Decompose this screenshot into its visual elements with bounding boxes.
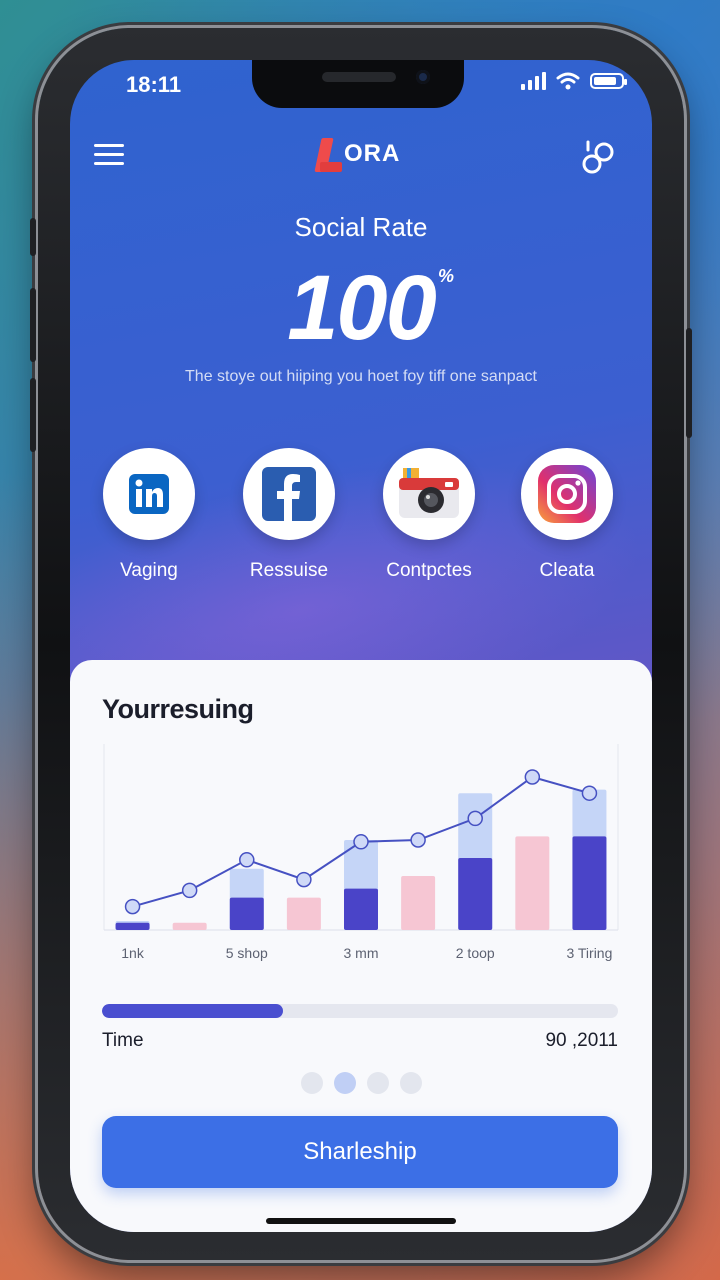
- mute-switch: [30, 218, 36, 256]
- chart-point: [410, 832, 426, 848]
- progress-fill: [102, 1004, 283, 1018]
- social-label: Cleata: [539, 560, 595, 581]
- hero-unit: %: [438, 266, 455, 286]
- facebook-icon: [262, 467, 316, 521]
- speaker: [322, 72, 396, 82]
- results-card: Yourresuing 1nk 5 shop 3 mm 2 toop 3 Tiring …: [70, 660, 652, 1232]
- volume-up-button: [30, 288, 36, 362]
- results-chart: 1nk 5 shop 3 mm 2 toop 3 Tiring: [103, 744, 619, 961]
- link-button[interactable]: [578, 138, 618, 178]
- instagram-icon: [538, 465, 596, 523]
- hero-value: 100: [287, 257, 437, 359]
- chart-point: [181, 882, 198, 899]
- chart-point: [353, 834, 369, 850]
- chart-point: [296, 871, 312, 888]
- chart-bar: [458, 858, 493, 930]
- chart-tick-label: 3 Tiring: [566, 945, 612, 961]
- social-instagram-circle: [521, 448, 613, 540]
- chart-bar: [286, 897, 321, 930]
- social-instagram[interactable]: Cleata: [502, 448, 632, 582]
- social-label: Contpctes: [386, 560, 472, 581]
- carousel-dot[interactable]: [333, 1072, 356, 1094]
- linkedin-icon: [129, 474, 169, 514]
- hero-subtitle: The stoye out hiiping you hoet foy tiff …: [185, 368, 537, 385]
- app-screen: 18:11 ORA Social Rate 100 % The stoye ou…: [70, 60, 652, 1232]
- logo-mark-icon: [314, 134, 342, 174]
- chart-bar: [515, 836, 550, 930]
- menu-button[interactable]: [94, 144, 124, 168]
- chart-bar: [344, 888, 378, 930]
- chart-point: [524, 769, 541, 785]
- chart-tick-label: 2 toop: [456, 945, 495, 961]
- chart-point: [124, 898, 141, 915]
- chart-tick-label: 3 mm: [344, 945, 379, 961]
- chart-tick-label: 5 shop: [226, 945, 268, 961]
- carousel-dot[interactable]: [366, 1072, 389, 1094]
- chart-bar: [229, 897, 264, 930]
- status-time: 18:11: [126, 72, 182, 97]
- power-button: [686, 328, 692, 438]
- chart-point: [581, 785, 598, 801]
- notch: [252, 60, 464, 108]
- progress-label: Time: [102, 1030, 144, 1051]
- logo-text: ORA: [344, 140, 401, 167]
- signal-icon: [521, 72, 546, 90]
- progress-bar: [102, 1004, 618, 1018]
- social-linkedin[interactable]: Vaging: [84, 448, 214, 582]
- home-indicator: [266, 1218, 456, 1224]
- carousel-dot[interactable]: [399, 1072, 422, 1094]
- social-camera[interactable]: Contpctes: [364, 448, 494, 582]
- camera-icon: [399, 468, 459, 518]
- social-label: Vaging: [120, 560, 178, 581]
- battery-icon: [590, 73, 627, 89]
- social-linkedin-circle: [103, 448, 195, 540]
- social-facebook-circle: [243, 448, 335, 540]
- wifi-icon: [556, 72, 580, 90]
- chart-bar: [572, 836, 607, 930]
- link-icon: [582, 140, 614, 174]
- hero-title: Social Rate: [294, 212, 428, 242]
- social-row: Vaging Ressuise Contpctes Cleata: [70, 448, 652, 588]
- progress-value: 90 ,2011: [545, 1030, 618, 1051]
- chart-point: [239, 852, 255, 868]
- status-icons: [521, 72, 627, 90]
- chart-bar: [172, 922, 207, 930]
- front-camera: [416, 70, 430, 84]
- volume-down-button: [30, 378, 36, 452]
- chart-bar: [401, 876, 436, 930]
- chart-bar: [115, 922, 150, 930]
- sharleship-button[interactable]: Sharleship: [102, 1116, 618, 1188]
- carousel-dots: [70, 1072, 652, 1094]
- chart-point: [467, 810, 483, 827]
- chart-tick-label: 1nk: [121, 945, 145, 961]
- app-logo: ORA: [314, 134, 401, 174]
- card-title: Yourresuing: [102, 694, 254, 724]
- social-label: Ressuise: [249, 560, 329, 581]
- carousel-dot[interactable]: [300, 1072, 323, 1094]
- social-facebook[interactable]: Ressuise: [224, 448, 354, 582]
- social-camera-circle: [383, 448, 475, 540]
